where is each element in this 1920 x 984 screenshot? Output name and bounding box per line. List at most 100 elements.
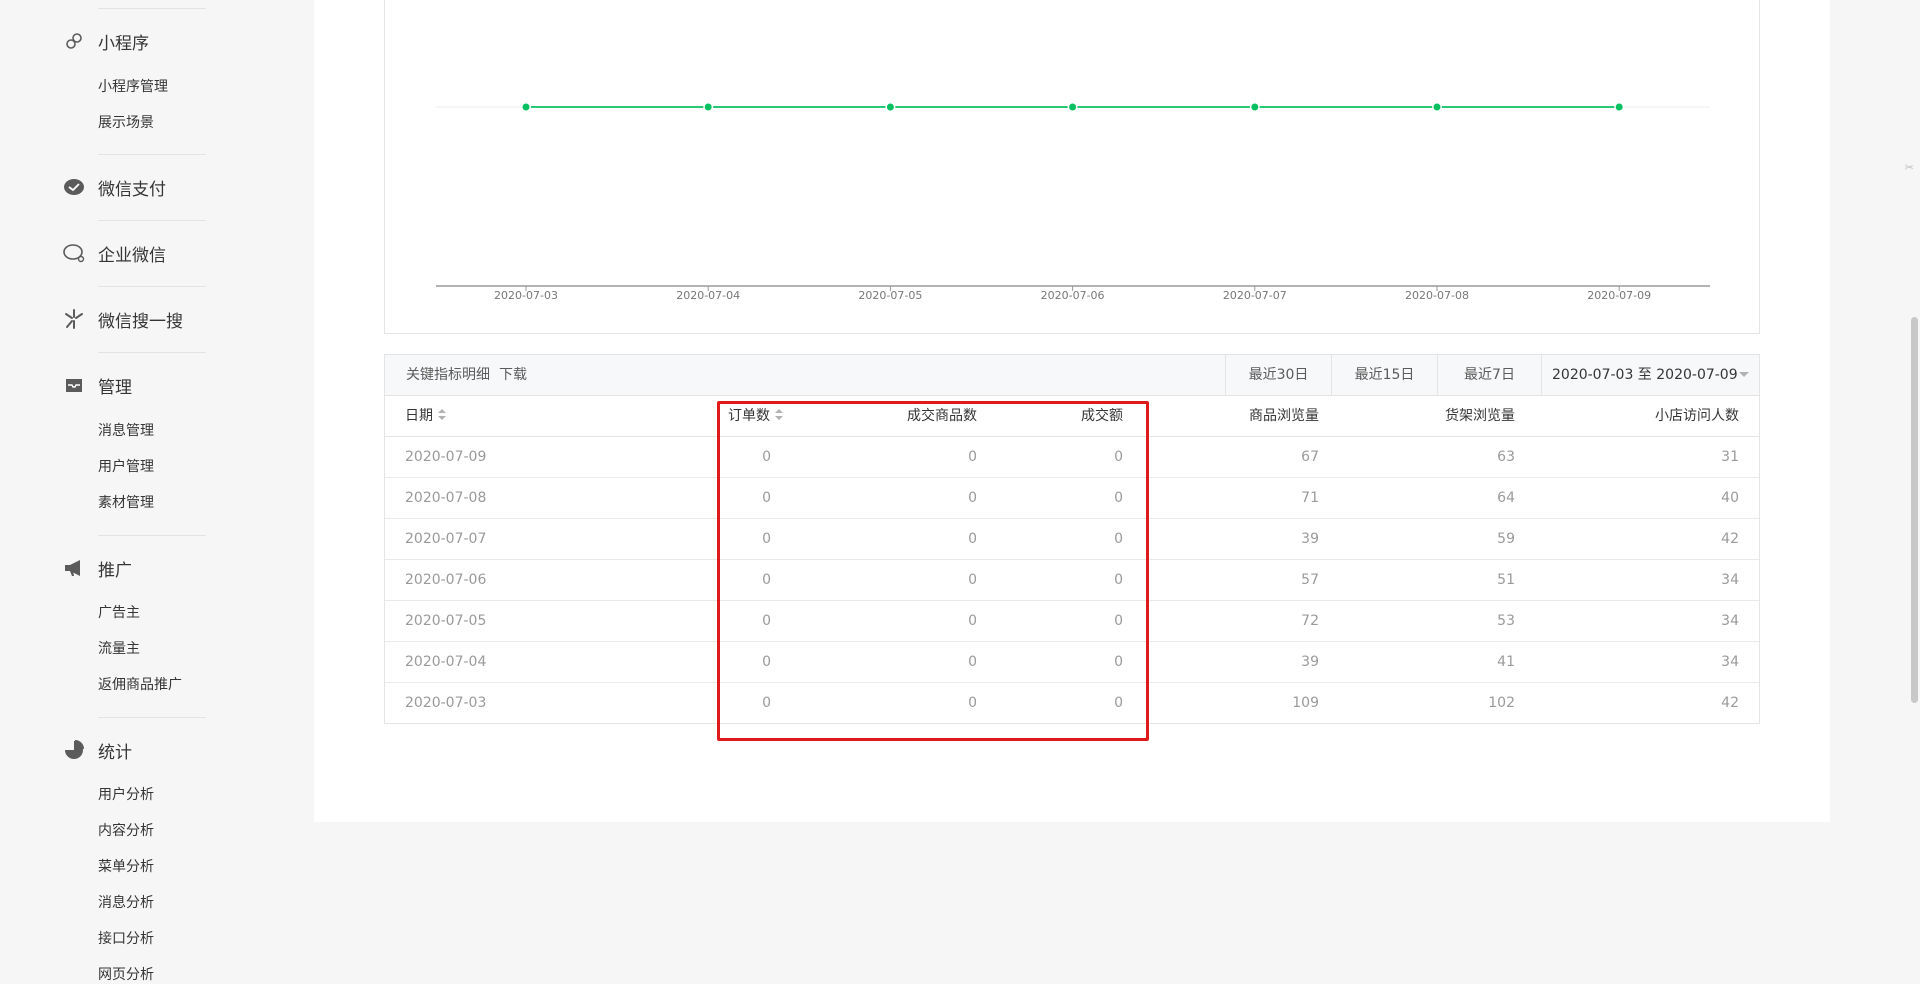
cell-gmv: 0 <box>1114 572 1123 588</box>
column-header-date[interactable]: 日期 <box>405 396 446 436</box>
sidebar-item-web-analysis[interactable]: 网页分析 <box>98 964 154 984</box>
table-row: 2020-07-04 0 0 0 39 41 34 <box>385 642 1759 683</box>
x-tick-label: 2020-07-09 <box>1587 289 1651 302</box>
table-body: 2020-07-09 0 0 0 67 63 31 2020-07-08 0 0 0 71 64 40 20… <box>385 437 1759 723</box>
cell-items-sold: 0 <box>968 572 977 588</box>
link-icon <box>62 29 86 53</box>
cell-items-sold: 0 <box>968 531 977 547</box>
date-range-picker[interactable]: 2020-07-03 至 2020-07-09 <box>1541 355 1759 395</box>
sidebar-item-user-manage[interactable]: 用户管理 <box>98 456 154 476</box>
divider <box>98 717 206 718</box>
cell-items-sold: 0 <box>968 654 977 670</box>
nav-group-promotion[interactable]: 推广 <box>62 553 132 583</box>
pie-chart-icon <box>62 738 86 762</box>
table-row: 2020-07-07 0 0 0 39 59 42 <box>385 519 1759 560</box>
date-range-value: 2020-07-03 至 2020-07-09 <box>1552 367 1738 383</box>
scrollbar[interactable] <box>1908 0 1920 979</box>
sort-icon[interactable] <box>775 409 783 421</box>
data-point[interactable] <box>1433 103 1441 111</box>
range-7-days-button[interactable]: 最近7日 <box>1437 355 1541 395</box>
trend-chart: 2020-07-03 2020-07-04 2020-07-05 2020-07-06… <box>384 0 1760 334</box>
search-sparkle-icon <box>62 307 86 331</box>
sidebar-item-message-manage[interactable]: 消息管理 <box>98 420 154 440</box>
sidebar-item-miniprogram-manage[interactable]: 小程序管理 <box>98 76 168 96</box>
x-tick-label: 2020-07-06 <box>1041 289 1105 302</box>
cell-shelf-views: 53 <box>1497 613 1515 629</box>
sidebar-item-message-analysis[interactable]: 消息分析 <box>98 892 154 912</box>
x-tick-label: 2020-07-03 <box>494 289 558 302</box>
sidebar-item-commission-promo[interactable]: 返佣商品推广 <box>98 674 182 694</box>
range-15-days-button[interactable]: 最近15日 <box>1331 355 1437 395</box>
data-point[interactable] <box>1069 103 1077 111</box>
cell-shelf-views: 41 <box>1497 654 1515 670</box>
x-tick-label: 2020-07-07 <box>1223 289 1287 302</box>
table-toolbar: 关键指标明细 下载 最近30日 最近15日 最近7日 2020-07-03 至 … <box>385 355 1759 396</box>
cell-product-views: 71 <box>1301 490 1319 506</box>
table-row: 2020-07-08 0 0 0 71 64 40 <box>385 478 1759 519</box>
sidebar-item-api-analysis[interactable]: 接口分析 <box>98 928 154 948</box>
sidebar-item-display-scene[interactable]: 展示场景 <box>98 112 154 132</box>
column-header-visitors: 小店访问人数 <box>1655 408 1739 424</box>
sidebar-item-publisher[interactable]: 流量主 <box>98 638 140 658</box>
nav-group-wecom[interactable]: 企业微信 <box>62 238 166 268</box>
nav-group-label: 推广 <box>98 560 132 581</box>
cell-visitors: 34 <box>1721 613 1739 629</box>
range-30-days-button[interactable]: 最近30日 <box>1225 355 1331 395</box>
sidebar-item-material-manage[interactable]: 素材管理 <box>98 492 154 512</box>
column-header-product-views: 商品浏览量 <box>1249 408 1319 424</box>
data-point[interactable] <box>886 103 894 111</box>
sidebar-item-content-analysis[interactable]: 内容分析 <box>98 820 154 840</box>
data-point[interactable] <box>1251 103 1259 111</box>
nav-group-search[interactable]: 微信搜一搜 <box>62 304 183 334</box>
nav-group-stats[interactable]: 统计 <box>62 735 132 765</box>
data-point[interactable] <box>704 103 712 111</box>
cell-date: 2020-07-04 <box>405 654 487 670</box>
cell-orders: 0 <box>762 654 771 670</box>
cell-shelf-views: 59 <box>1497 531 1515 547</box>
cell-visitors: 34 <box>1721 654 1739 670</box>
data-point[interactable] <box>1615 103 1623 111</box>
cell-gmv: 0 <box>1114 613 1123 629</box>
cell-date: 2020-07-08 <box>405 490 487 506</box>
cell-gmv: 0 <box>1114 654 1123 670</box>
cell-product-views: 39 <box>1301 654 1319 670</box>
cell-items-sold: 0 <box>968 695 977 711</box>
metrics-table: 关键指标明细 下载 最近30日 最近15日 最近7日 2020-07-03 至 … <box>384 354 1760 724</box>
data-point[interactable] <box>522 103 530 111</box>
nav-group-wechat-pay[interactable]: 微信支付 <box>62 172 166 202</box>
sidebar-item-menu-analysis[interactable]: 菜单分析 <box>98 856 154 876</box>
nav-group-label: 统计 <box>98 742 132 763</box>
column-header-orders[interactable]: 订单数 <box>728 396 783 436</box>
nav-group-miniprogram[interactable]: 小程序 <box>62 26 149 56</box>
nav-group-label: 微信支付 <box>98 179 166 200</box>
column-label: 订单数 <box>728 408 770 424</box>
divider <box>98 535 206 536</box>
cell-gmv: 0 <box>1114 695 1123 711</box>
cell-date: 2020-07-07 <box>405 531 487 547</box>
sidebar-item-user-analysis[interactable]: 用户分析 <box>98 784 154 804</box>
pin-icon: ✂ <box>1904 161 1914 174</box>
x-tick-label: 2020-07-04 <box>676 289 740 302</box>
table-row: 2020-07-03 0 0 0 109 102 42 <box>385 683 1759 723</box>
cell-visitors: 34 <box>1721 572 1739 588</box>
cell-orders: 0 <box>762 531 771 547</box>
sort-icon[interactable] <box>438 409 446 421</box>
nav-group-manage[interactable]: 管理 <box>62 370 132 400</box>
nav-group-label: 企业微信 <box>98 245 166 266</box>
cell-shelf-views: 102 <box>1488 695 1515 711</box>
cell-visitors: 31 <box>1721 449 1739 465</box>
column-header-items-sold: 成交商品数 <box>907 408 977 424</box>
wecom-icon <box>62 241 86 265</box>
download-link[interactable]: 下载 <box>499 355 527 395</box>
sidebar-item-advertiser[interactable]: 广告主 <box>98 602 140 622</box>
divider <box>98 154 206 155</box>
cell-gmv: 0 <box>1114 531 1123 547</box>
cell-product-views: 72 <box>1301 613 1319 629</box>
cell-product-views: 67 <box>1301 449 1319 465</box>
trend-chart-svg: 2020-07-03 2020-07-04 2020-07-05 2020-07-06… <box>436 102 1710 302</box>
scrollbar-thumb[interactable] <box>1911 317 1918 703</box>
column-header-gmv: 成交额 <box>1081 408 1123 424</box>
cell-shelf-views: 64 <box>1497 490 1515 506</box>
x-tick-label: 2020-07-08 <box>1405 289 1469 302</box>
divider <box>98 8 206 9</box>
